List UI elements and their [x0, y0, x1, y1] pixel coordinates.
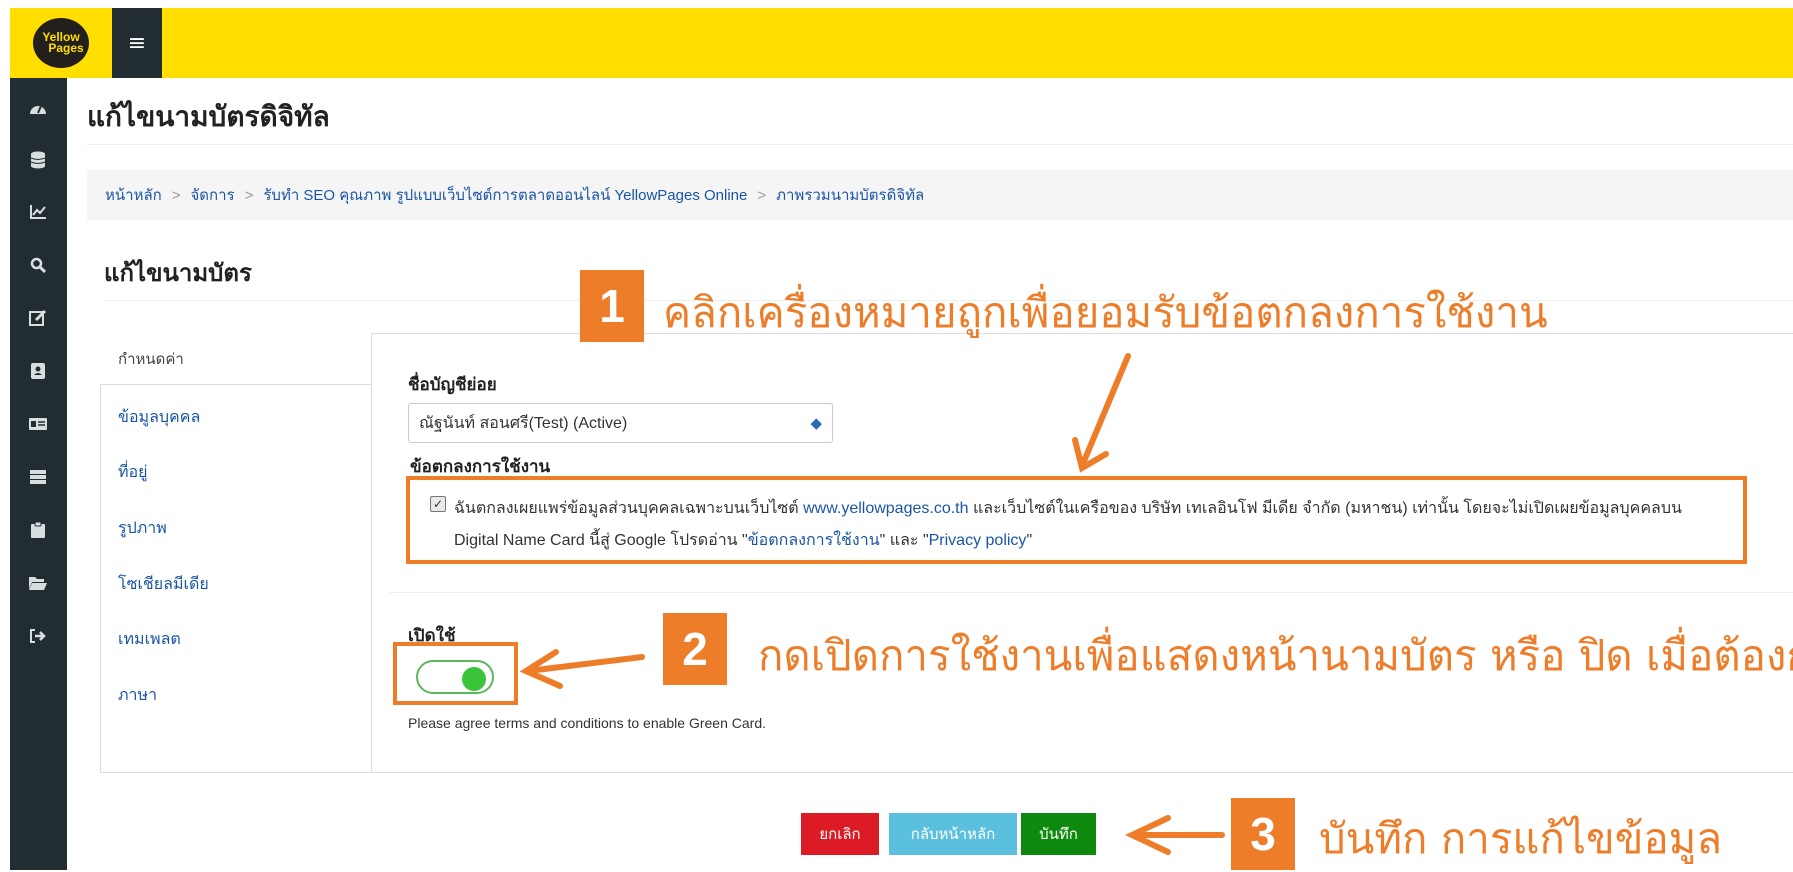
- back-to-home-button[interactable]: กลับหน้าหลัก: [889, 813, 1017, 855]
- account-select[interactable]: ณัฐนันท์ สอนศรี(Test) (Active) ◆: [408, 403, 833, 443]
- tab-address[interactable]: ที่อยู่: [100, 446, 372, 498]
- breadcrumb-separator: >: [244, 186, 254, 204]
- toggle-knob: [462, 667, 486, 691]
- step-1-text: คลิกเครื่องหมายถูกเพื่อยอมรับข้อตกลงการใ…: [663, 288, 1548, 337]
- terms-text-line2: Digital Name Card นี้สู่ Google โปรดอ่าน…: [454, 528, 1032, 553]
- breadcrumb-overview[interactable]: ภาพรวมนามบัตรดิจิทัล: [776, 183, 924, 207]
- breadcrumb-separator: >: [757, 186, 767, 204]
- id-card-icon[interactable]: [26, 412, 50, 436]
- step-2-badge: 2: [663, 613, 727, 685]
- breadcrumb-manage[interactable]: จัดการ: [191, 183, 235, 207]
- terms-text-part: Digital Name Card นี้สู่ Google โปรดอ่าน…: [454, 532, 748, 549]
- search-icon[interactable]: [26, 253, 50, 277]
- terms-of-use-link[interactable]: ข้อตกลงการใช้งาน: [748, 532, 880, 549]
- save-button[interactable]: บันทึก: [1021, 813, 1096, 855]
- terms-text-part: ฉันตกลงเผยแพร่ข้อมูลส่วนบุคคลเฉพาะบนเว็บ…: [454, 500, 804, 517]
- window-left-edge: [0, 8, 10, 870]
- form-divider: [390, 592, 1793, 593]
- breadcrumb-home[interactable]: หน้าหลัก: [105, 183, 162, 207]
- top-navbar: Yellow Pages ≡: [10, 8, 1793, 78]
- breadcrumb: หน้าหลัก > จัดการ > รับทำ SEO คุณภาพ รูป…: [87, 170, 1793, 220]
- hamburger-icon: ≡: [127, 30, 147, 56]
- account-label: ชื่อบัญชีย่อย: [408, 375, 497, 395]
- tab-settings[interactable]: กำหนดค่า: [100, 333, 372, 385]
- cancel-button[interactable]: ยกเลิก: [801, 813, 879, 855]
- terms-text-part: และเว็บไซต์ในเครือของ บริษัท เทเลอินโฟ ม…: [968, 500, 1682, 517]
- tabs-divider: [371, 385, 372, 773]
- account-select-value: ณัฐนันท์ สอนศรี(Test) (Active): [419, 414, 628, 432]
- settings-tabs: กำหนดค่า ข้อมูลบุคคล ที่อยู่ รูปภาพ โซเช…: [100, 333, 372, 773]
- clipboard-icon[interactable]: [26, 518, 50, 542]
- title-divider: [87, 144, 1793, 145]
- section-title: แก้ไขนามบัตร: [104, 259, 252, 287]
- sign-out-icon[interactable]: [26, 624, 50, 648]
- breadcrumb-separator: >: [171, 186, 181, 204]
- step-2-text: กดเปิดการใช้งานเพื่อแสดงหน้านามบัตร หรือ…: [758, 631, 1793, 680]
- step-1-badge: 1: [580, 270, 644, 342]
- database-icon[interactable]: [26, 148, 50, 172]
- breadcrumb-site[interactable]: รับทำ SEO คุณภาพ รูปแบบเว็บไซต์การตลาดออ…: [263, 183, 747, 207]
- terms-checkbox[interactable]: ✓: [430, 496, 446, 512]
- tab-social-media[interactable]: โซเชียลมีเดีย: [100, 558, 372, 610]
- chart-icon[interactable]: [26, 200, 50, 224]
- contact-card-icon[interactable]: [26, 359, 50, 383]
- tab-personal-info[interactable]: ข้อมูลบุคคล: [100, 391, 372, 443]
- step-3-badge: 3: [1231, 798, 1295, 870]
- logo-area[interactable]: Yellow Pages: [10, 8, 112, 78]
- folder-open-icon[interactable]: [26, 571, 50, 595]
- server-icon[interactable]: [26, 465, 50, 489]
- yellowpages-site-link[interactable]: www.yellowpages.co.th: [803, 500, 968, 517]
- dashboard-icon[interactable]: [26, 96, 50, 120]
- privacy-policy-link[interactable]: Privacy policy: [929, 532, 1027, 549]
- arrow-to-save: [1124, 815, 1225, 855]
- enable-help-text: Please agree terms and conditions to ena…: [408, 715, 766, 731]
- page-title: แก้ไขนามบัตรดิจิทัล: [87, 100, 330, 133]
- chevron-down-icon: ◆: [810, 415, 822, 432]
- yellowpages-logo[interactable]: Yellow Pages: [33, 18, 89, 68]
- logo-text-line2: Pages: [48, 41, 84, 55]
- terms-text-part: ": [1026, 532, 1033, 549]
- terms-text-part: " และ ": [879, 532, 929, 549]
- tab-images[interactable]: รูปภาพ: [100, 502, 372, 554]
- sidebar: [10, 78, 67, 870]
- menu-toggle-button[interactable]: ≡: [112, 8, 162, 78]
- tab-language[interactable]: ภาษา: [100, 669, 372, 721]
- enable-toggle[interactable]: [416, 660, 494, 694]
- terms-text-line1: ฉันตกลงเผยแพร่ข้อมูลส่วนบุคคลเฉพาะบนเว็บ…: [454, 496, 1682, 521]
- edit-icon[interactable]: [26, 306, 50, 330]
- tab-template[interactable]: เทมเพลต: [100, 613, 372, 665]
- step-3-text: บันทึก การแก้ไขข้อมูล: [1319, 814, 1723, 863]
- window-top-edge: [0, 0, 1793, 8]
